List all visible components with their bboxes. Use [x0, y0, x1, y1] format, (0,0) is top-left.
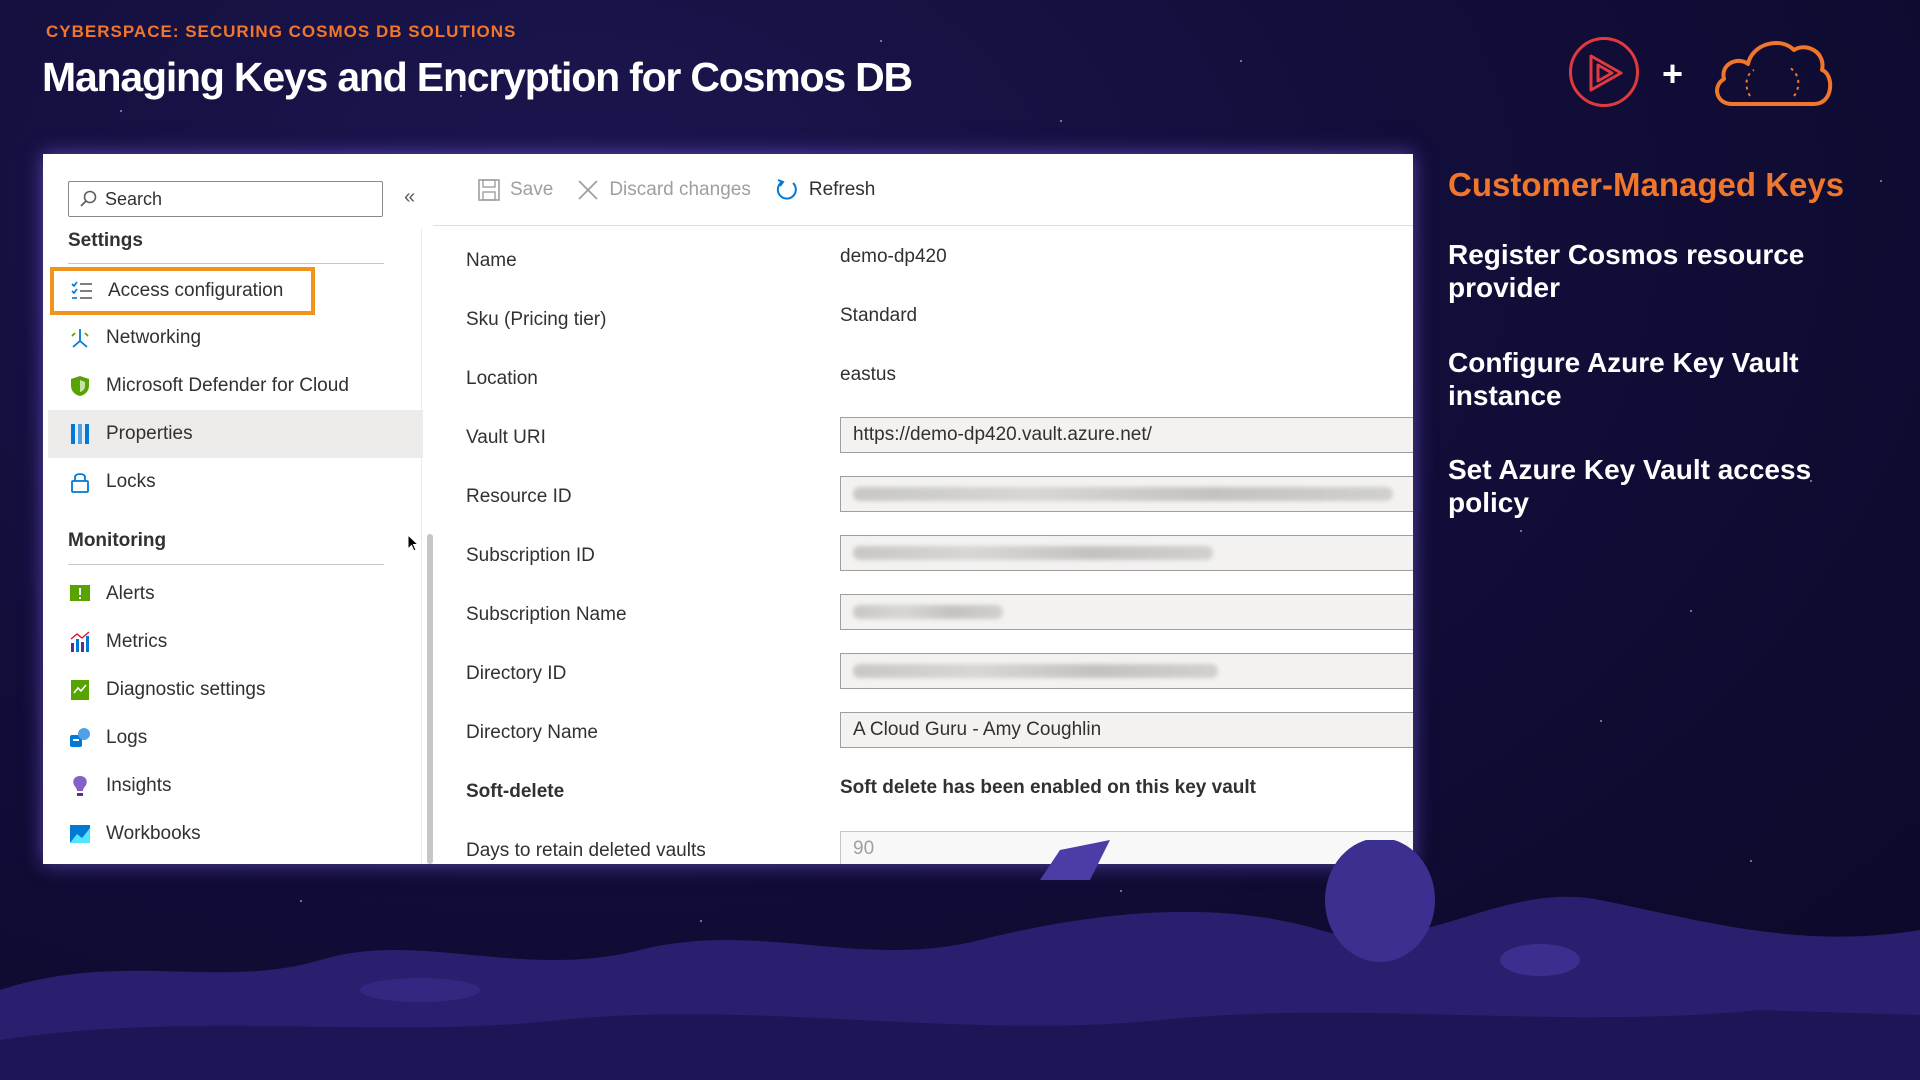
moonscape-illustration — [0, 840, 1920, 1080]
networking-icon — [68, 326, 92, 350]
sidebar-item-logs[interactable]: Logs — [48, 714, 423, 762]
save-icon — [478, 178, 500, 201]
directory-name-label: Directory Name — [466, 722, 598, 743]
sidebar-item-label: Microsoft Defender for Cloud — [106, 375, 349, 396]
resource-id-field[interactable] — [840, 476, 1413, 512]
sku-value: Standard — [840, 305, 918, 326]
command-bar: Save Discard changes Refresh — [433, 154, 1413, 226]
settings-section-header: Settings — [68, 230, 143, 251]
search-placeholder: Search — [105, 188, 163, 209]
sidebar-item-insights[interactable]: Insights — [48, 762, 423, 810]
sidebar-item-defender[interactable]: Microsoft Defender for Cloud — [48, 362, 423, 410]
sidebar-item-label: Networking — [106, 327, 202, 348]
sidebar-item-access-configuration[interactable]: Access configuration — [50, 267, 315, 315]
menu-divider — [421, 229, 422, 864]
logs-icon — [68, 726, 92, 750]
subscription-name-label: Subscription Name — [466, 604, 627, 625]
alerts-icon — [68, 582, 92, 606]
sidebar-item-diagnostic-settings[interactable]: Diagnostic settings — [48, 666, 423, 714]
soft-delete-label: Soft-delete — [466, 781, 565, 802]
sidebar-item-label: Alerts — [106, 583, 155, 604]
redacted-value — [853, 605, 1003, 619]
sidebar-item-properties[interactable]: Properties — [48, 410, 423, 458]
directory-id-field[interactable] — [840, 653, 1413, 689]
shield-icon — [68, 374, 92, 398]
sidebar-item-metrics[interactable]: Metrics — [48, 618, 423, 666]
location-label: Location — [466, 368, 538, 389]
monitoring-section-header: Monitoring — [68, 530, 167, 551]
list-check-icon — [70, 279, 94, 303]
redacted-value — [853, 664, 1218, 678]
section-title: Customer-Managed Keys — [1448, 166, 1845, 203]
directory-name-value: A Cloud Guru - Amy Coughlin — [853, 719, 1102, 740]
collapse-menu-button[interactable]: « — [404, 186, 415, 209]
sidebar-item-label: Access configuration — [108, 280, 284, 301]
subscription-name-field[interactable] — [840, 594, 1413, 630]
resource-menu: Search « Settings Access configuration N… — [43, 154, 423, 864]
metrics-icon — [68, 630, 92, 654]
mouse-cursor-icon — [407, 534, 419, 552]
bullet-configure-key-vault: Configure Azure Key Vault instance — [1448, 347, 1799, 411]
search-input[interactable]: Search — [68, 181, 383, 217]
plus-sign: + — [1662, 53, 1684, 94]
sidebar-item-label: Logs — [106, 727, 148, 748]
sidebar-item-label: Metrics — [106, 631, 168, 652]
menu-scrollbar[interactable] — [427, 534, 433, 864]
diagnostic-icon — [68, 678, 92, 702]
location-value: eastus — [840, 364, 896, 385]
lock-icon — [68, 470, 92, 494]
subscription-id-label: Subscription ID — [466, 545, 595, 566]
refresh-button[interactable]: Refresh — [775, 178, 876, 202]
discard-changes-button[interactable]: Discard changes — [577, 179, 751, 201]
save-button[interactable]: Save — [478, 179, 553, 201]
search-icon — [80, 190, 97, 207]
cloud-logo-icon — [1715, 40, 1833, 106]
sidebar-item-alerts[interactable]: Alerts — [48, 570, 423, 618]
monitoring-divider — [68, 564, 384, 565]
sidebar-item-label: Properties — [106, 423, 193, 444]
subscription-id-field[interactable] — [840, 535, 1413, 571]
vault-uri-label: Vault URI — [466, 427, 546, 448]
save-label: Save — [510, 178, 554, 200]
sidebar-item-label: Insights — [106, 775, 172, 796]
discard-label: Discard changes — [609, 178, 751, 200]
close-icon — [578, 179, 598, 200]
directory-name-field[interactable]: A Cloud Guru - Amy Coughlin — [840, 712, 1413, 748]
resource-id-label: Resource ID — [466, 486, 572, 507]
bullet-access-policy: Set Azure Key Vault access policy — [1448, 454, 1812, 518]
bullet-register-provider: Register Cosmos resource provider — [1448, 239, 1805, 303]
insights-icon — [68, 774, 92, 798]
directory-id-label: Directory ID — [466, 663, 567, 684]
refresh-icon — [776, 178, 797, 200]
refresh-label: Refresh — [808, 178, 876, 200]
name-value: demo-dp420 — [840, 246, 947, 267]
vault-uri-field[interactable]: https://demo-dp420.vault.azure.net/ — [840, 417, 1413, 453]
sidebar-item-label: Locks — [106, 471, 156, 492]
name-label: Name — [466, 250, 517, 271]
redacted-value — [853, 487, 1393, 501]
redacted-value — [853, 546, 1213, 560]
slide-eyebrow: CYBERSPACE: SECURING COSMOS DB SOLUTIONS — [46, 22, 517, 41]
slide-title: Managing Keys and Encryption for Cosmos … — [42, 54, 913, 100]
properties-icon — [68, 422, 92, 446]
sidebar-item-networking[interactable]: Networking — [48, 314, 423, 362]
settings-divider — [68, 263, 384, 264]
azure-portal-panel: Search « Settings Access configuration N… — [43, 154, 1413, 864]
soft-delete-value: Soft delete has been enabled on this key… — [840, 777, 1256, 798]
play-logo-icon — [1569, 37, 1639, 107]
sidebar-item-label: Diagnostic settings — [106, 679, 266, 700]
sidebar-item-locks[interactable]: Locks — [48, 458, 423, 506]
vault-uri-value: https://demo-dp420.vault.azure.net/ — [853, 424, 1152, 445]
sku-label: Sku (Pricing tier) — [466, 309, 607, 330]
